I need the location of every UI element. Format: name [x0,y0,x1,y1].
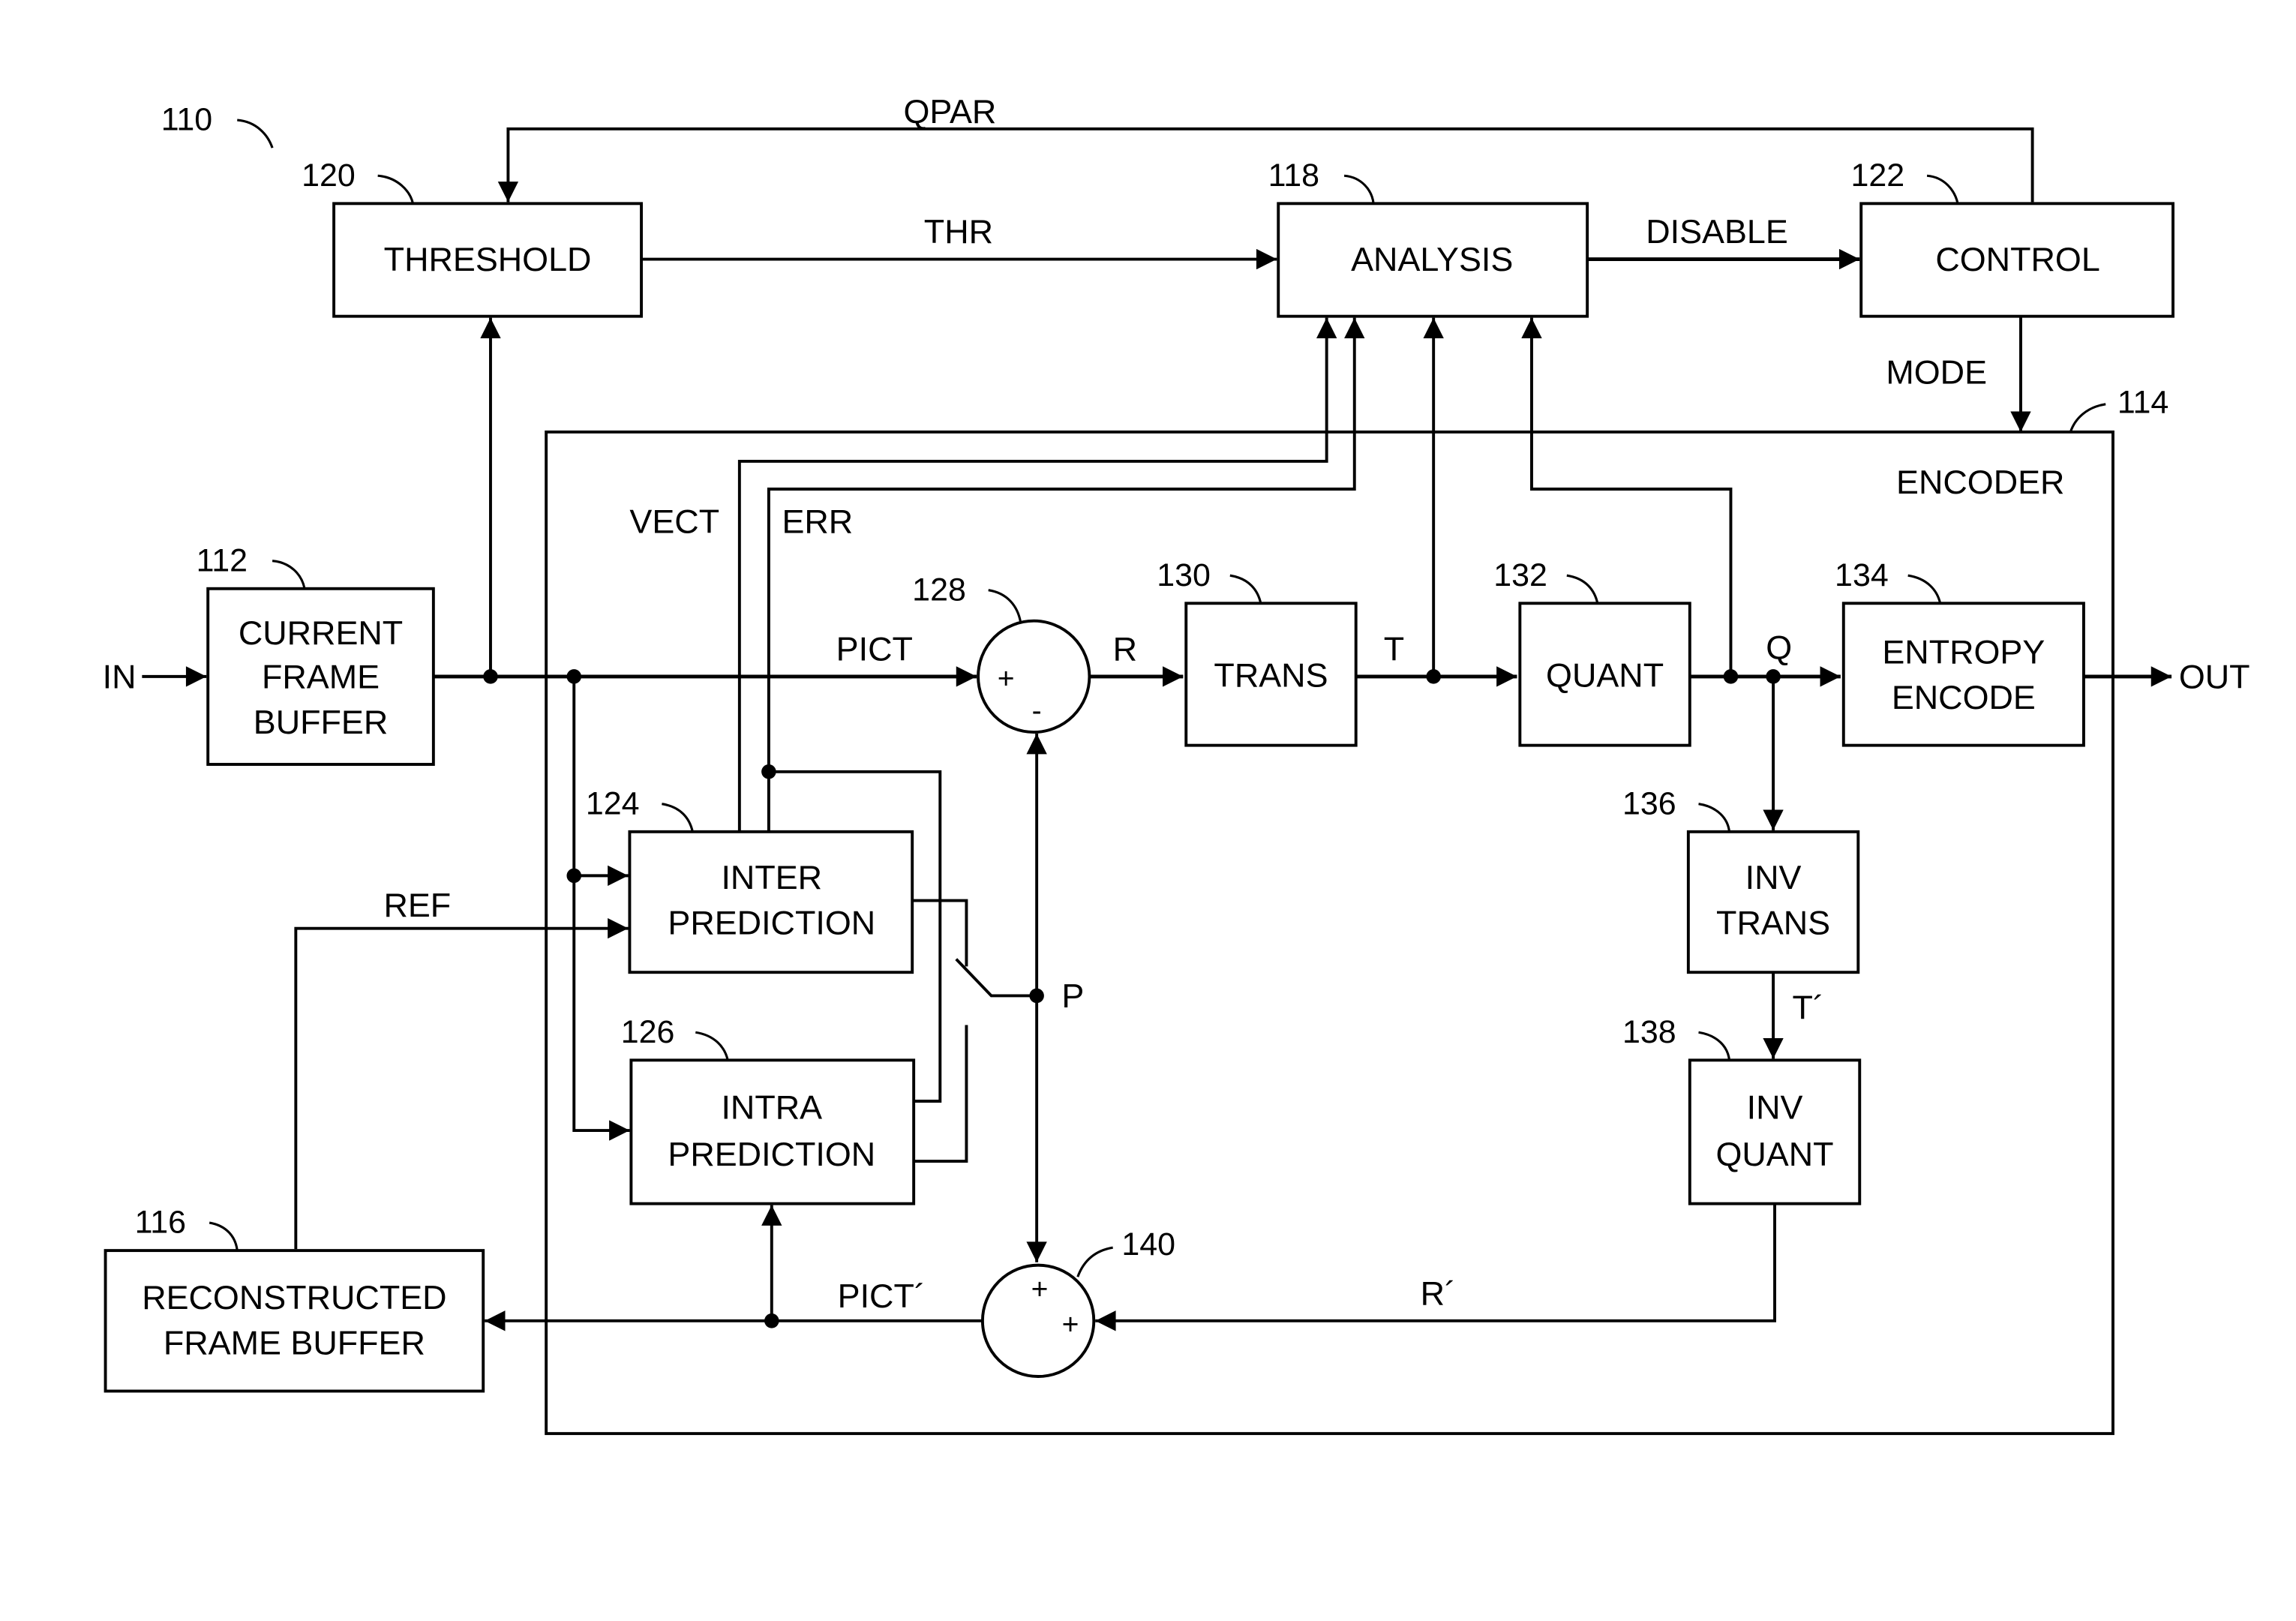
out-label: OUT [2179,657,2250,695]
encoder-label: ENCODER [1896,463,2064,501]
inv-trans-block: INV TRANS [1686,830,1860,974]
t-prime-label: T´ [1792,989,1823,1027]
current-frame-buffer-line-3: BUFFER [254,703,389,741]
pict-label: PICT [836,629,913,668]
r-prime-label: R´ [1421,1274,1456,1312]
inv-quant-ref-leader [1698,1031,1731,1061]
err-label: ERR [782,503,853,541]
subtractor-ref-leader [988,589,1022,623]
subtractor-ref: 128 [912,572,966,608]
inv-quant-line-1: INV [1747,1088,1803,1126]
inv-quant-line-2: QUANT [1715,1135,1833,1173]
system-ref-number: 110 [161,102,212,138]
adder-plus-sign-top: + [1031,1274,1049,1306]
inter-prediction-line-2: PREDICTION [668,903,875,941]
quant-label: QUANT [1546,656,1664,695]
reconstructed-frame-buffer-line-2: FRAME BUFFER [164,1324,425,1362]
encoder-block-diagram: 110 QPAR THRESHOLD 120 THR ANALYSIS 118 … [103,92,2250,1436]
r-label: R [1113,629,1137,668]
mode-label: MODE [1886,353,1987,391]
control-ref-leader [1926,174,1959,204]
adder-ref: 140 [1121,1226,1175,1262]
current-frame-buffer-block: CURRENT FRAME BUFFER [206,587,435,766]
subtractor-node: + - [977,619,1091,734]
inter-prediction-block: INTER PREDICTION [628,830,914,974]
p-label: P [1061,977,1084,1015]
intra-prediction-ref-leader [695,1031,729,1061]
vect-label: VECT [629,503,719,541]
intra-prediction-line-1: INTRA [721,1088,822,1126]
entropy-encode-block: ENTROPY ENCODE [1841,602,2085,747]
intra-prediction-line-2: PREDICTION [668,1135,875,1173]
threshold-ref: 120 [302,158,356,194]
pict-to-intra-wire [572,676,630,1141]
inv-trans-line-1: INV [1745,858,1802,896]
current-frame-buffer-line-2: FRAME [262,657,380,695]
threshold-label: THRESHOLD [384,240,592,278]
current-frame-buffer-ref: 112 [197,542,248,578]
analysis-ref-leader [1343,174,1375,204]
threshold-block: THRESHOLD [332,202,644,318]
adder-ref-leader [1076,1246,1113,1277]
err-wire [767,317,1365,832]
qpar-label: QPAR [903,92,996,131]
t-label: T [1384,629,1404,668]
current-frame-buffer-line-1: CURRENT [239,614,403,652]
encoder-ref: 114 [2117,384,2168,420]
quant-ref-leader [1566,574,1599,604]
subtractor-minus-sign: - [1032,695,1042,727]
reconstructed-frame-buffer-ref-leader [209,1221,239,1251]
analysis-label: ANALYSIS [1351,240,1513,278]
pict-prime-label: PICT´ [838,1277,926,1315]
trans-block: TRANS [1184,602,1358,747]
subtractor-plus-sign: + [998,662,1015,695]
vect-wire [737,317,1337,832]
system-ref-leader [237,119,274,149]
entropy-encode-ref: 134 [1835,557,1889,593]
trans-ref-leader [1229,574,1262,604]
quant-block: QUANT [1518,602,1691,747]
control-ref: 122 [1851,158,1905,194]
inter-prediction-ref: 124 [586,785,640,821]
inter-prediction-ref-leader [662,803,694,833]
control-label: CONTROL [1935,240,2099,278]
in-label: IN [103,657,137,695]
adder-node: + + [980,1263,1096,1378]
ref-wire [294,917,629,1250]
inter-prediction-line-1: INTER [721,858,822,896]
inv-trans-ref-leader [1698,803,1731,833]
reconstructed-frame-buffer-block: RECONSTRUCTED FRAME BUFFER [104,1249,485,1393]
thr-label: THR [924,212,993,251]
intra-prediction-block: INTRA PREDICTION [629,1058,916,1205]
quant-ref: 132 [1493,557,1547,593]
analysis-block: ANALYSIS [1277,202,1589,318]
reconstructed-frame-buffer-line-1: RECONSTRUCTED [142,1278,446,1316]
entropy-encode-ref-leader [1907,574,1942,604]
inv-trans-ref: 136 [1622,785,1676,821]
entropy-encode-line-2: ENCODE [1892,678,2036,716]
reconstructed-frame-buffer-ref: 116 [135,1205,186,1241]
current-frame-buffer-ref-leader [272,560,306,590]
intra-prediction-ref: 126 [621,1014,675,1050]
trans-ref: 130 [1157,557,1211,593]
encoder-ref-leader [2069,403,2106,433]
threshold-ref-leader [377,174,415,204]
analysis-ref: 118 [1268,158,1319,194]
inv-trans-line-2: TRANS [1716,903,1830,941]
q-label: Q [1766,628,1792,666]
switch-blade [955,958,1037,998]
adder-plus-sign-right: + [1062,1308,1079,1340]
trans-label: TRANS [1214,656,1328,695]
mode-switch [912,899,1037,1163]
inv-quant-block: INV QUANT [1688,1058,1862,1205]
inv-quant-ref: 138 [1622,1014,1676,1050]
disable-label: DISABLE [1646,212,1788,251]
ref-label: REF [383,886,451,924]
control-block: CONTROL [1859,202,2174,318]
entropy-encode-line-1: ENTROPY [1882,632,2045,671]
